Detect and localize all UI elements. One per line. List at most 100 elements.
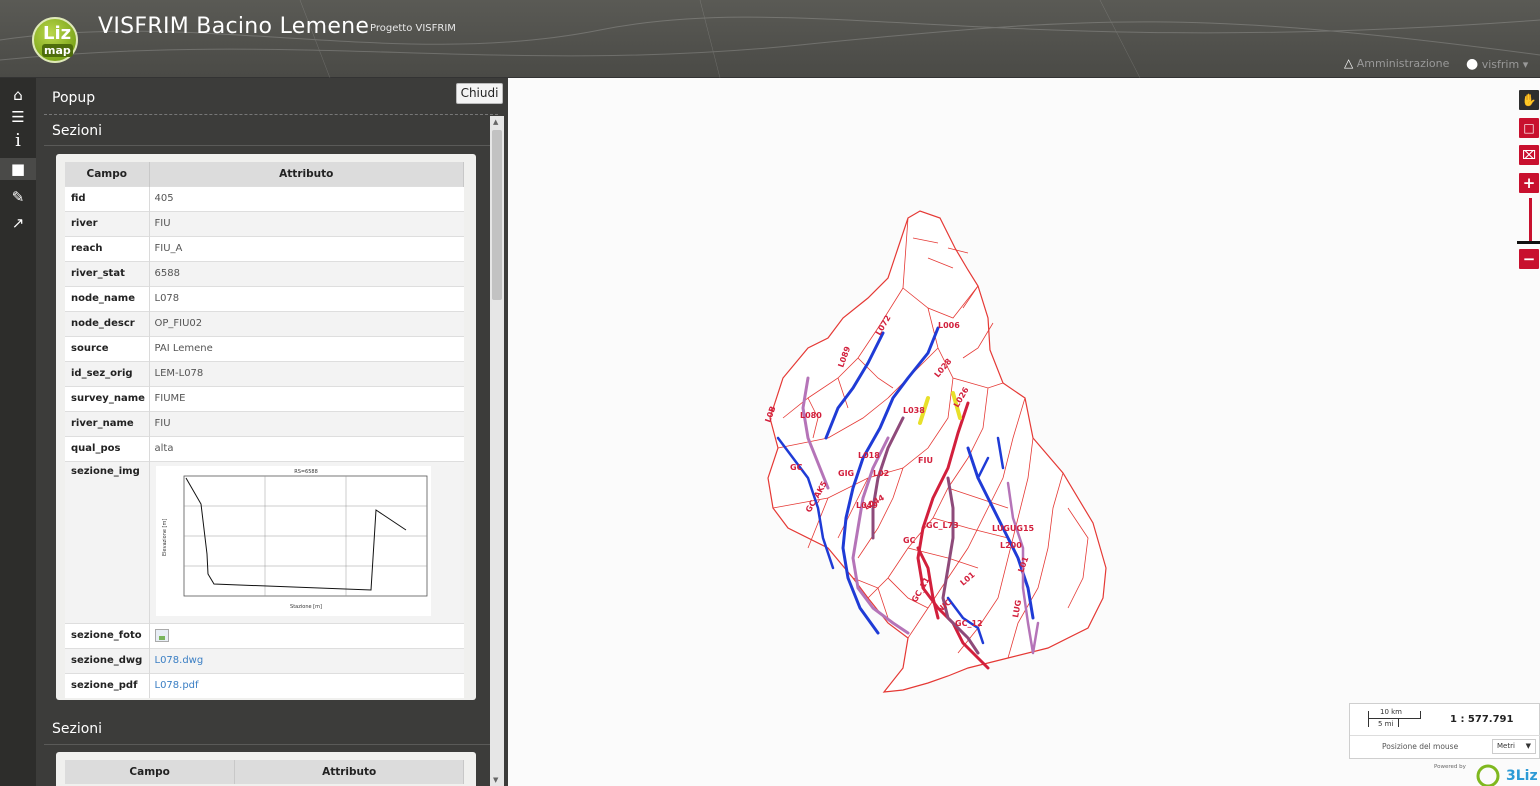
close-button[interactable]: Chiudi	[456, 83, 503, 104]
field-value: L078.pdf	[149, 672, 464, 698]
home-button[interactable]: ⌂	[6, 84, 30, 106]
dashboard-icon: △	[1344, 56, 1354, 70]
scale-tick	[1420, 711, 1421, 719]
logo-text-bottom: map	[42, 44, 73, 57]
field-value: PAI Lemene	[149, 335, 464, 361]
scale-mi-label: 5 mi	[1378, 720, 1394, 728]
attribute-table: Campo Attributo	[65, 760, 464, 784]
field-name: node_name	[65, 285, 150, 311]
scale-ratio: 1 : 577.791	[1450, 714, 1514, 725]
pan-button[interactable]: ✋	[1519, 90, 1539, 110]
layers-button[interactable]: ☰	[6, 106, 30, 128]
scale-tick	[1398, 718, 1399, 727]
header-map-texture	[0, 0, 1540, 78]
hand-icon: ✋	[1521, 93, 1537, 107]
admin-link[interactable]: △ Amministrazione	[1344, 56, 1449, 70]
popup-button[interactable]: ■	[0, 158, 36, 180]
pdf-link[interactable]: L078.pdf	[155, 680, 199, 691]
plot-ylabel: Elevazione [m]	[162, 518, 168, 555]
broken-image-icon[interactable]	[154, 629, 169, 642]
photo-cell[interactable]	[149, 622, 464, 648]
map-label: L006	[938, 321, 960, 330]
field-value: 405	[149, 185, 464, 211]
scale-panel: 10 km 5 mi 1 : 577.791 Posizione del mou…	[1349, 703, 1540, 759]
chevron-down-icon: ▼	[1525, 742, 1531, 750]
popup-panel: Popup Chiudi Sezioni Campo Attributo fid…	[36, 78, 508, 786]
cross-section-plot[interactable]: RS=6588 Elevazione [m] Stazione [m]	[155, 465, 431, 616]
table-row: river FIU	[65, 210, 464, 236]
lizmap-logo[interactable]: Liz map	[32, 17, 78, 63]
table-row: river_stat 6588	[65, 260, 464, 286]
table-row: river_name FIU	[65, 410, 464, 436]
measure-button[interactable]: ✎	[6, 186, 30, 208]
field-value: L078.dwg	[149, 647, 464, 673]
field-value: LEM-L078	[149, 360, 464, 386]
popup-content[interactable]: Sezioni Campo Attributo fid 405 river FIU …	[36, 116, 490, 786]
section-divider	[44, 145, 490, 146]
field-value: FIU	[149, 410, 464, 436]
section-title: Sezioni	[52, 123, 103, 139]
map-label: GIG	[838, 469, 854, 478]
home-icon: ⌂	[13, 86, 23, 104]
caret-down-icon: ▾	[1522, 58, 1529, 71]
header-bar: Liz map VISFRIM Bacino Lemene Progetto V…	[0, 0, 1540, 78]
scrollbar-thumb[interactable]	[492, 130, 502, 300]
field-name: fid	[65, 185, 150, 211]
zoom-in-button[interactable]: +	[1519, 173, 1539, 193]
table-row: reach FIU_A	[65, 235, 464, 261]
zoom-box-button[interactable]: □	[1519, 118, 1539, 138]
sidebar: ⌂ ☰ i ■ ✎ ↗	[0, 78, 36, 786]
zoom-extent-button[interactable]: ⌧	[1519, 145, 1539, 165]
field-value: FIUME	[149, 385, 464, 411]
units-select[interactable]: Metri ▼	[1492, 739, 1536, 754]
field-name: source	[65, 335, 150, 361]
map-label: L02	[873, 469, 889, 478]
user-menu[interactable]: ● visfrim ▾	[1466, 56, 1528, 72]
table-row: node_descr OP_FIU02	[65, 310, 464, 336]
map-label: L018	[858, 451, 880, 460]
zoom-slider-handle[interactable]	[1517, 241, 1540, 244]
scroll-down-icon[interactable]: ▼	[493, 776, 498, 784]
map-label: GC_12	[955, 619, 983, 628]
field-name: river_stat	[65, 260, 150, 286]
map-label: L038	[903, 406, 925, 415]
share-button[interactable]: ↗	[6, 212, 30, 234]
field-value: FIU	[149, 210, 464, 236]
map-layers[interactable]: L006 L072 L089 L028 L080 L038 L026 L018 …	[508, 78, 1540, 786]
table-row: source PAI Lemene	[65, 335, 464, 361]
map-label: LUGUG15	[992, 524, 1035, 533]
table-row: sezione_foto	[65, 622, 464, 648]
3liz-brand-text[interactable]: 3Liz	[1506, 768, 1538, 784]
section-plot-cell[interactable]: RS=6588 Elevazione [m] Stazione [m]	[149, 460, 464, 623]
lizmap-app: Liz map VISFRIM Bacino Lemene Progetto V…	[0, 0, 1540, 786]
basin-boundary	[767, 210, 1107, 693]
zoom-slider-track[interactable]	[1529, 198, 1532, 242]
map-canvas[interactable]: L006 L072 L089 L028 L080 L038 L026 L018 …	[508, 78, 1540, 786]
map-label: GC_L73	[926, 521, 959, 530]
map-label: GC	[790, 463, 803, 472]
field-name: survey_name	[65, 385, 150, 411]
units-select-value: Metri	[1497, 742, 1515, 750]
dwg-link[interactable]: L078.dwg	[155, 655, 204, 666]
scroll-up-icon[interactable]: ▲	[493, 118, 498, 126]
page-title: VISFRIM Bacino Lemene	[98, 14, 370, 39]
plus-icon: +	[1522, 174, 1536, 192]
plot-title: RS=6588	[294, 469, 318, 475]
field-name: id_sez_orig	[65, 360, 150, 386]
info-button[interactable]: i	[6, 130, 30, 152]
field-name: sezione_pdf	[65, 672, 150, 698]
3liz-logo[interactable]	[1470, 758, 1504, 786]
section-divider	[44, 744, 490, 745]
table-row: sezione_pdf L078.pdf	[65, 672, 464, 698]
field-name: river	[65, 210, 150, 236]
column-header-value: Attributo	[234, 760, 464, 784]
plot-xlabel: Stazione [m]	[290, 604, 322, 610]
table-row: fid 405	[65, 185, 464, 211]
field-value: FIU_A	[149, 235, 464, 261]
popup-scrollbar[interactable]: ▲ ▼	[490, 116, 504, 786]
map-label: L080	[800, 411, 822, 420]
zoom-out-button[interactable]: −	[1519, 249, 1539, 269]
info-icon: i	[15, 130, 21, 151]
user-icon: ●	[1466, 56, 1479, 72]
measure-icon: ✎	[11, 188, 25, 206]
